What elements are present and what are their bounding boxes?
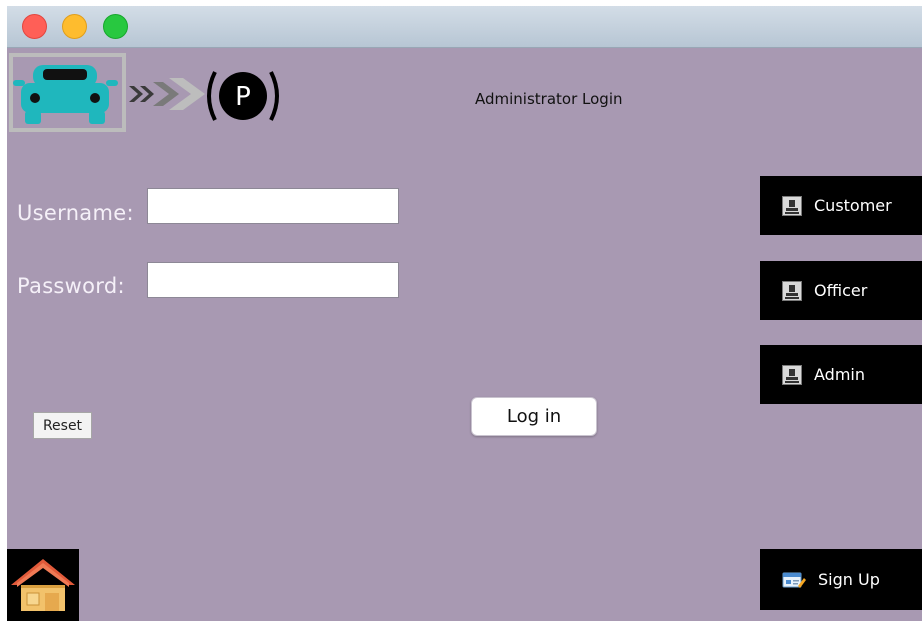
username-input[interactable]: [147, 188, 399, 224]
close-window-button[interactable]: [22, 14, 47, 39]
signup-button[interactable]: Sign Up: [760, 549, 922, 610]
username-label: Username:: [17, 201, 134, 225]
person-icon: [782, 280, 802, 301]
home-button[interactable]: [7, 549, 79, 621]
person-icon: [782, 364, 802, 385]
officer-button-label: Officer: [814, 281, 868, 300]
page-title: Administrator Login: [475, 90, 623, 108]
customer-button-label: Customer: [814, 196, 892, 215]
signup-card-icon: [782, 572, 806, 588]
admin-button[interactable]: Admin: [760, 345, 922, 404]
admin-button-label: Admin: [814, 365, 865, 384]
home-icon: [11, 559, 75, 611]
minimize-window-button[interactable]: [62, 14, 87, 39]
car-logo-frame: [9, 53, 126, 132]
password-input[interactable]: [147, 262, 399, 298]
officer-button[interactable]: Officer: [760, 261, 922, 320]
signup-button-label: Sign Up: [818, 570, 880, 589]
title-bar: [7, 6, 922, 48]
customer-button[interactable]: Customer: [760, 176, 922, 235]
car-icon: [13, 65, 118, 124]
reset-button[interactable]: Reset: [33, 412, 92, 439]
password-label: Password:: [17, 274, 125, 298]
parking-letter: P: [235, 82, 251, 112]
parking-p-icon: P: [207, 71, 279, 121]
login-button[interactable]: Log in: [471, 397, 597, 436]
app-window: P Administrator Login Username: Password…: [7, 6, 922, 621]
maximize-window-button[interactable]: [103, 14, 128, 39]
person-icon: [782, 195, 802, 216]
